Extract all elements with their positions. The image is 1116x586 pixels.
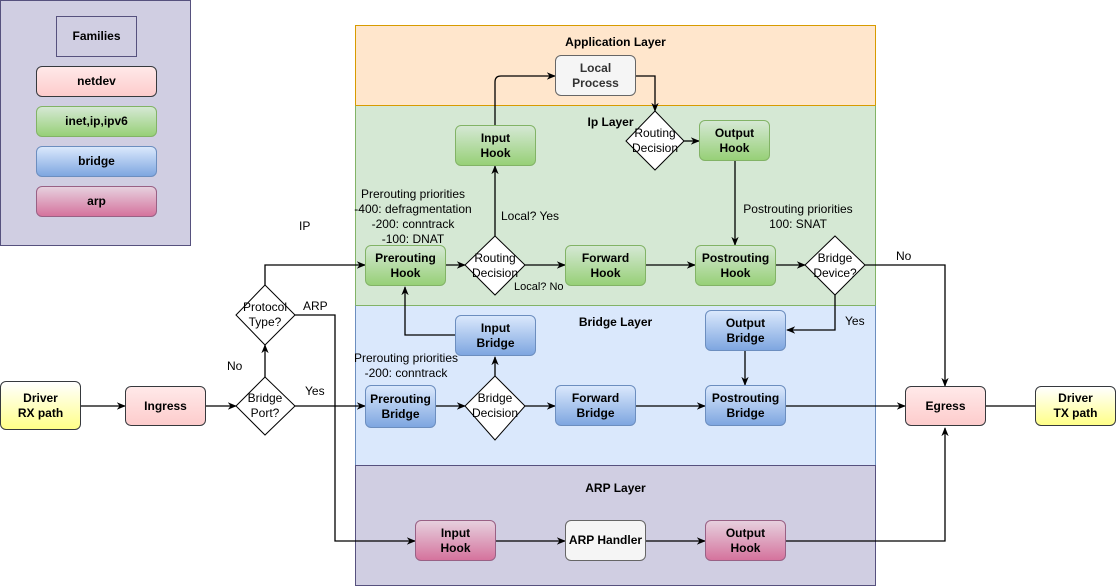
edge-arp-output-egress	[785, 427, 949, 542]
routing-decision-out-label: Routing Decision	[631, 126, 679, 155]
bridge-prerouting-priorities: Prerouting priorities -200: conntrack	[353, 351, 459, 380]
forward-bridge: Forward Bridge	[555, 385, 636, 426]
routing-decision-pre-label: Routing Decision	[471, 251, 519, 280]
arp-handler: ARP Handler	[565, 520, 646, 561]
ip-output-hook: Output Hook	[699, 120, 770, 161]
edge-protocol-prerouting-hook	[264, 261, 366, 285]
edge-label-local-no: Local? No	[514, 281, 564, 293]
edge-protocol-arp-input	[295, 314, 416, 545]
protocol-type-label: Protocol Type?	[242, 300, 288, 329]
arp-output-hook: Output Hook	[705, 520, 786, 561]
edge-input-local	[494, 72, 556, 125]
ip-postrouting-hook: Postrouting Hook	[695, 245, 776, 286]
bridge-device-label: Bridge Device?	[813, 251, 857, 280]
edge-label-yes-bridge-device: Yes	[845, 314, 865, 328]
ip-input-hook: Input Hook	[455, 125, 536, 166]
ip-forward-hook: Forward Hook	[565, 245, 646, 286]
edge-label-no-bridge-device: No	[896, 249, 912, 263]
edge-label-no-bridge-port: No	[227, 359, 243, 373]
edge-label-arp: ARP	[303, 299, 328, 313]
edge-label-local-yes: Local? Yes	[501, 209, 560, 223]
edge-local-routing2	[635, 75, 659, 112]
postrouting-bridge: Postrouting Bridge	[705, 385, 786, 426]
edge-bridgedevice-output-bridge	[786, 295, 836, 334]
arp-input-hook: Input Hook	[415, 520, 496, 561]
driver-tx-path: Driver TX path	[1035, 386, 1116, 426]
edge-input-bridge-prerouting-hook	[401, 286, 455, 336]
prerouting-bridge: Prerouting Bridge	[365, 385, 436, 428]
local-process: Local Process	[555, 55, 636, 96]
ip-postrouting-priorities: Postrouting priorities 100: SNAT	[743, 202, 853, 231]
driver-rx-path: Driver RX path	[0, 381, 81, 430]
bridge-decision-label: Bridge Decision	[471, 391, 519, 420]
input-bridge: Input Bridge	[455, 315, 536, 356]
output-bridge: Output Bridge	[705, 310, 786, 351]
ip-prerouting-priorities: Prerouting priorities -400: defragmentat…	[354, 187, 472, 246]
edge-label-yes-bridge-port: Yes	[305, 384, 325, 398]
edge-label-ip: IP	[299, 219, 311, 233]
ingress-node: Ingress	[125, 386, 206, 426]
edge-bridgedevice-egress	[865, 264, 949, 387]
egress-node: Egress	[905, 386, 986, 426]
bridge-port-label: Bridge Port?	[247, 391, 283, 420]
ip-prerouting-hook: Prerouting Hook	[365, 245, 446, 286]
